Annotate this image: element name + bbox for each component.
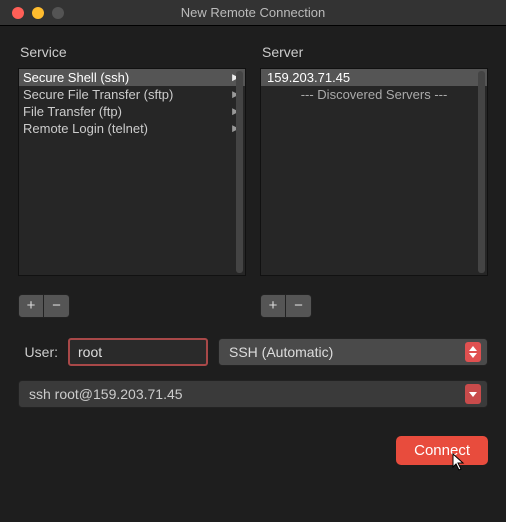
protocol-selected-label: SSH (Automatic) xyxy=(229,344,333,360)
chevron-right-icon: ▶ xyxy=(232,123,239,134)
server-listbox[interactable]: 159.203.71.45 --- Discovered Servers --- xyxy=(260,68,488,276)
close-icon[interactable] xyxy=(12,7,24,19)
remove-server-button[interactable]: − xyxy=(286,294,312,318)
service-listbox[interactable]: Secure Shell (ssh) ▶ Secure File Transfe… xyxy=(18,68,246,276)
command-field[interactable]: ssh root@159.203.71.45 xyxy=(18,380,488,408)
updown-icon xyxy=(465,342,481,362)
minimize-icon[interactable] xyxy=(32,7,44,19)
list-item-label: Remote Login (telnet) xyxy=(23,121,148,136)
list-item-label: Secure File Transfer (sftp) xyxy=(23,87,173,102)
add-service-button[interactable]: + xyxy=(18,294,44,318)
traffic-lights xyxy=(0,7,64,19)
service-item-ssh[interactable]: Secure Shell (ssh) ▶ xyxy=(19,69,245,86)
list-item-label: 159.203.71.45 xyxy=(267,70,350,85)
discovered-servers-label: --- Discovered Servers --- xyxy=(261,86,487,103)
user-field[interactable] xyxy=(68,338,208,366)
list-item-label: Secure Shell (ssh) xyxy=(23,70,129,85)
service-item-telnet[interactable]: Remote Login (telnet) ▶ xyxy=(19,120,245,137)
service-item-sftp[interactable]: Secure File Transfer (sftp) ▶ xyxy=(19,86,245,103)
connect-button-label: Connect xyxy=(414,442,470,459)
maximize-icon xyxy=(52,7,64,19)
list-item-label: File Transfer (ftp) xyxy=(23,104,122,119)
service-item-ftp[interactable]: File Transfer (ftp) ▶ xyxy=(19,103,245,120)
window-titlebar: New Remote Connection xyxy=(0,0,506,26)
chevron-down-icon xyxy=(465,384,481,404)
chevron-right-icon: ▶ xyxy=(232,106,239,117)
server-header: Server xyxy=(260,44,488,60)
window-title: New Remote Connection xyxy=(0,5,506,20)
remove-service-button[interactable]: − xyxy=(44,294,70,318)
command-text: ssh root@159.203.71.45 xyxy=(29,386,183,402)
user-label: User: xyxy=(18,344,58,360)
connect-button[interactable]: Connect xyxy=(396,436,488,465)
protocol-select[interactable]: SSH (Automatic) xyxy=(218,338,488,366)
chevron-right-icon: ▶ xyxy=(232,72,239,83)
service-header: Service xyxy=(18,44,246,60)
chevron-right-icon: ▶ xyxy=(232,89,239,100)
add-server-button[interactable]: + xyxy=(260,294,286,318)
server-item[interactable]: 159.203.71.45 xyxy=(261,69,487,86)
